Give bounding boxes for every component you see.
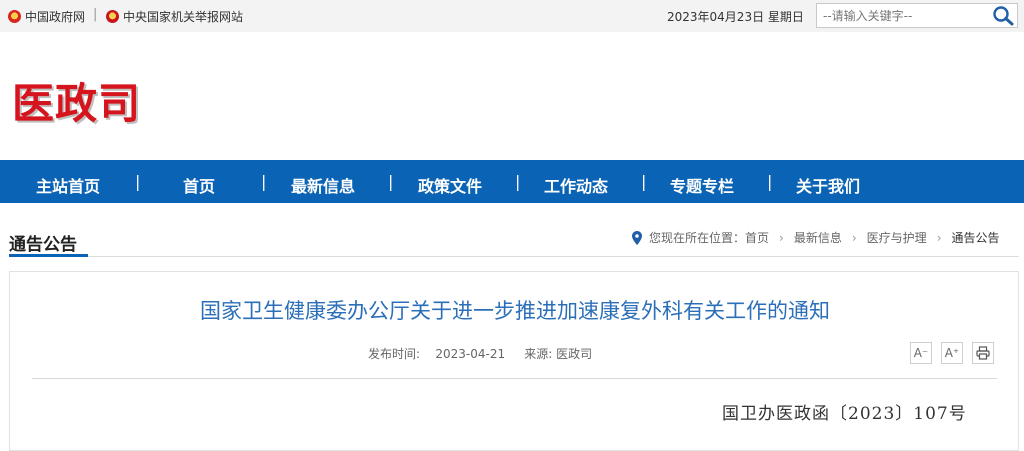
section-divider <box>9 256 1019 257</box>
main-nav: 主站首页 | 首页 | 最新信息 | 政策文件 | 工作动态 | 专题专栏 | … <box>0 160 1024 203</box>
breadcrumb-home[interactable]: 首页 <box>745 229 769 246</box>
article-card: 国家卫生健康委办公厅关于进一步推进加速康复外科有关工作的通知 发布时间: 202… <box>9 271 1019 451</box>
gov-portal-label: 中国政府网 <box>25 10 86 24</box>
font-larger-button[interactable]: A⁺ <box>941 342 963 364</box>
national-emblem-icon <box>8 10 21 23</box>
publish-label: 发布时间: <box>368 347 421 361</box>
breadcrumb: 您现在所在位置： 首页 › 最新信息 › 医疗与护理 › 通告公告 <box>632 229 1000 246</box>
document-number: 国卫办医政函〔2023〕107号 <box>722 404 967 424</box>
party-emblem-icon <box>106 10 119 23</box>
nav-separator: | <box>641 172 647 191</box>
nav-separator: | <box>135 172 141 191</box>
breadcrumb-chevron: › <box>936 230 942 245</box>
breadcrumb-chevron: › <box>779 230 784 245</box>
nav-separator: | <box>388 172 394 191</box>
site-logo[interactable]: 医政司 <box>12 70 141 131</box>
printer-icon <box>976 346 990 360</box>
publish-date: 2023-04-21 <box>435 347 506 361</box>
location-pin-icon <box>632 230 642 245</box>
section-title-underline <box>9 254 88 257</box>
top-bar: 中国政府网 | 中央国家机关举报网站 2023年04月23日 星期日 <box>0 0 1024 32</box>
nav-item-policy[interactable]: 政策文件 <box>418 173 482 197</box>
nav-item-main-home[interactable]: 主站首页 <box>36 173 100 197</box>
print-button[interactable] <box>972 342 994 364</box>
nav-item-about[interactable]: 关于我们 <box>796 173 860 197</box>
breadcrumb-prefix: 您现在所在位置： <box>649 231 746 245</box>
nav-separator: | <box>261 172 267 191</box>
article-title: 国家卫生健康委办公厅关于进一步推进加速康复外科有关工作的通知 <box>200 299 830 323</box>
article-divider <box>32 378 997 379</box>
breadcrumb-latest[interactable]: 最新信息 <box>794 229 842 246</box>
report-site-label: 中央国家机关举报网站 <box>123 10 244 24</box>
search-input[interactable] <box>817 4 987 27</box>
nav-separator: | <box>515 172 521 191</box>
article-meta: 发布时间: 2023-04-21 来源: 医政司 <box>368 345 592 362</box>
source-label: 来源: <box>524 347 553 361</box>
search-box <box>816 3 1018 28</box>
breadcrumb-chevron: › <box>851 230 857 245</box>
top-separator: | <box>93 7 98 22</box>
gov-portal-link[interactable]: 中国政府网 <box>8 8 85 25</box>
breadcrumb-medical-nursing[interactable]: 医疗与护理 <box>867 229 927 246</box>
nav-item-special[interactable]: 专题专栏 <box>670 173 734 197</box>
nav-item-latest[interactable]: 最新信息 <box>291 173 355 197</box>
search-icon <box>993 6 1014 26</box>
breadcrumb-current[interactable]: 通告公告 <box>952 229 1000 246</box>
nav-separator: | <box>767 172 773 191</box>
nav-item-work-news[interactable]: 工作动态 <box>544 173 608 197</box>
source-value: 医政司 <box>556 347 593 361</box>
font-smaller-button[interactable]: A⁻ <box>910 342 932 364</box>
report-site-link[interactable]: 中央国家机关举报网站 <box>106 8 243 25</box>
section-title: 通告公告 <box>9 235 77 255</box>
search-button[interactable] <box>991 5 1015 26</box>
nav-item-home[interactable]: 首页 <box>183 173 215 197</box>
current-date: 2023年04月23日 星期日 <box>667 10 804 24</box>
